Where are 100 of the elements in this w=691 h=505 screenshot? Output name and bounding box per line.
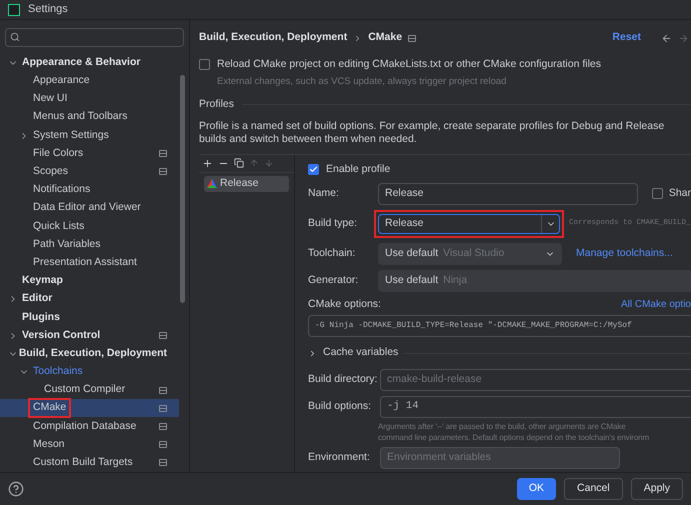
sidebar-item[interactable]: Path Variables [0,236,179,254]
item-label: CMake [30,400,70,416]
field-label: Name: [308,186,340,201]
item-label: Meson [33,436,65,452]
item-label: Path Variables [33,236,101,252]
sidebar-item[interactable]: Meson [0,436,179,454]
item-label: Presentation Assistant [33,254,137,270]
project-icon [159,404,167,412]
item-label: Appearance & Behavior [22,54,140,70]
chevron-right-icon[interactable] [308,348,317,358]
copy-icon[interactable] [234,158,244,168]
sidebar-item[interactable]: Custom Compiler [0,381,179,400]
description-text: Profile is a named set of build options. For example, create separate profiles for Debug and Release builds and switch between them when needed. [199,120,666,146]
checkbox[interactable] [308,164,319,176]
checkbox[interactable] [199,59,210,70]
sidebar-item[interactable]: Custom Build Targets [0,454,179,472]
sidebar-item[interactable]: Keymap [0,272,179,290]
field-label: Generator: [308,272,360,288]
build-type-dropdown[interactable]: Release [378,214,560,234]
section-toggle[interactable]: Cache variables [323,345,398,361]
sidebar-item[interactable]: Quick Lists [0,217,179,236]
item-label: Plugins [22,310,60,325]
back-icon[interactable] [661,32,672,44]
item-label: New UI [33,91,68,106]
field-label: Build type: [308,216,358,231]
item-label: Editor [22,291,52,306]
item-label: System Settings [33,128,109,143]
sidebar-item[interactable]: Build, Execution, Deployment [0,344,179,363]
ok-button[interactable]: OK [516,478,556,500]
search-icon [10,32,20,42]
sidebar-item[interactable]: Menus and Toolbars [0,108,179,126]
item-label: Notifications [33,182,90,198]
field-label: CMake options: [308,296,382,312]
triangle-logo-icon [207,179,217,188]
hint-text: Arguments after '--' are passed to the build, other arguments are CMake command line parameters. Default options depend on the toolchain's environm [378,421,650,443]
section-heading: Profiles [199,97,234,112]
project-icon [159,168,167,176]
help-icon[interactable] [8,481,24,497]
project-icon [159,150,167,158]
sidebar-item[interactable]: Version Control [0,326,179,345]
sidebar-item[interactable]: Presentation Assistant [0,254,179,272]
item-label: Scopes [33,164,68,180]
item-label: Menus and Toolbars [33,109,128,124]
search-field[interactable] [5,28,184,47]
all-options-link[interactable]: All CMake optio [620,296,691,312]
sidebar-item[interactable]: File Colors [0,144,179,163]
manage-toolchains-link[interactable]: Manage toolchains... [576,246,673,262]
profile-item[interactable]: Release [204,176,289,192]
app-logo-icon [8,4,20,16]
item-label: Compilation Database [33,418,136,434]
sidebar-item[interactable]: Notifications [0,181,179,200]
generator-dropdown[interactable]: Use default Ninja [378,270,691,292]
checkbox-label: Shar [668,186,691,201]
sidebar-item[interactable]: Toolchains [0,362,179,382]
sidebar-item[interactable]: Compilation Database [0,417,179,436]
breadcrumb-item[interactable]: CMake [368,30,402,46]
sidebar-item[interactable]: Appearance & Behavior [0,54,179,72]
item-label: Toolchains [33,364,83,380]
item-label: Keymap [22,273,63,288]
add-icon[interactable] [202,158,213,169]
item-label: Version Control [22,328,100,343]
sidebar-item[interactable]: New UI [0,90,179,108]
cmake-options-field[interactable]: -G Ninja -DCMAKE_BUILD_TYPE=Release "-DCMAKE_MAKE_PROGRAM=C:/MySof [308,315,691,338]
window-title: Settings [28,2,68,18]
reset-button[interactable]: Reset [612,30,641,46]
field-label: Build options: [308,399,372,414]
item-label: Quick Lists [33,218,84,234]
dialog-button[interactable]: Cancel [564,478,623,500]
item-label: Build, Execution, Deployment [18,346,167,361]
item-label: Custom Build Targets [33,455,133,470]
scrollbar[interactable] [180,75,185,303]
sidebar-item[interactable]: Appearance [0,72,179,90]
field-label: Build directory: [308,372,378,388]
dialog-button[interactable]: Apply [630,478,683,500]
breadcrumb-item[interactable]: Build, Execution, Deployment [199,30,348,46]
item-label: File Colors [33,146,84,161]
sidebar-item[interactable]: Scopes [0,162,179,181]
sidebar-item[interactable]: Data Editor and Viewer [0,199,179,218]
sidebar-item[interactable]: CMake [0,399,179,418]
item-label: Custom Compiler [44,382,126,398]
build-options-field[interactable]: -j 14 [380,396,691,418]
sidebar-item[interactable]: Plugins [0,308,179,326]
item-label: Data Editor and Viewer [33,200,141,216]
checkbox-label: Enable profile [326,162,390,177]
hint-text: External changes, such as VCS update, always trigger project reload [217,74,508,89]
project-icon [159,332,167,340]
project-icon [159,459,167,466]
toolchain-dropdown[interactable]: Use default Visual Studio [378,242,562,264]
name-field[interactable]: Release [378,182,638,204]
sidebar-item[interactable]: System Settings [0,126,179,145]
project-icon [159,386,167,394]
checkbox-label: Reload CMake project on editing CMakeLists.txt or other CMake configuration files [217,57,602,72]
checkbox[interactable] [652,188,663,199]
project-icon [159,423,167,430]
item-label: Appearance [33,73,90,88]
project-icon [408,34,416,42]
project-icon [159,441,167,448]
field-label: Environment: [308,450,371,466]
field-label: Toolchain: [308,246,356,261]
sidebar-item[interactable]: Editor [0,290,179,308]
